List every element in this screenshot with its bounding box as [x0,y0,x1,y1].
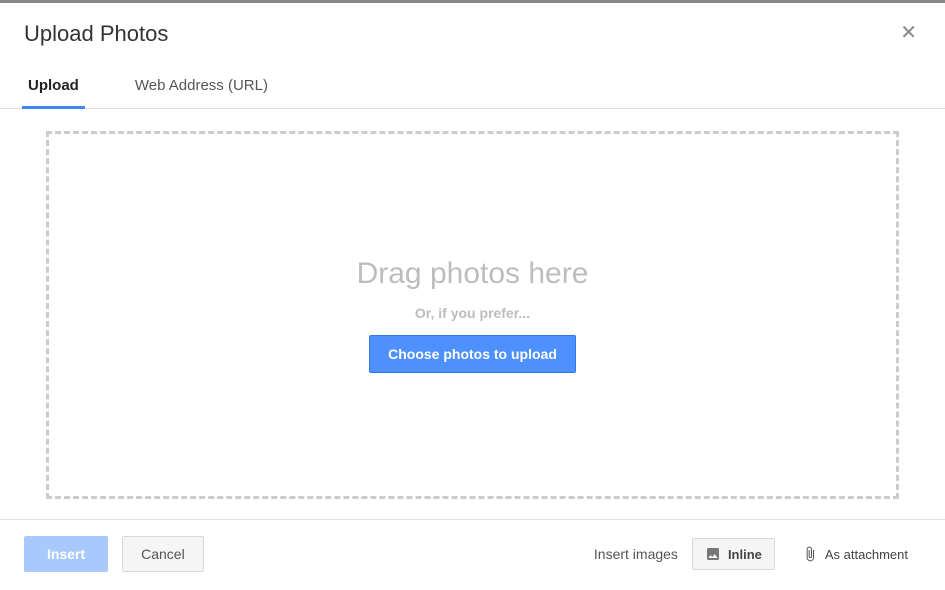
paperclip-icon [802,546,818,562]
tab-bar: Upload Web Address (URL) [0,67,945,109]
dialog-title: Upload Photos [24,21,168,47]
close-button[interactable]: ✕ [896,21,921,45]
inline-mode-button[interactable]: Inline [692,538,775,570]
insert-images-label: Insert images [594,546,678,562]
tab-upload[interactable]: Upload [24,67,83,108]
dropzone[interactable]: Drag photos here Or, if you prefer... Ch… [46,131,899,499]
image-icon [705,546,721,562]
inline-mode-label: Inline [728,547,762,562]
dialog-header: Upload Photos ✕ [0,3,945,55]
footer-left: Insert Cancel [24,536,204,572]
or-prefer-text: Or, if you prefer... [415,305,530,321]
cancel-button[interactable]: Cancel [122,536,204,572]
attachment-mode-label: As attachment [825,547,908,562]
content-area: Drag photos here Or, if you prefer... Ch… [0,109,945,519]
drag-photos-text: Drag photos here [357,257,589,291]
choose-photos-button[interactable]: Choose photos to upload [369,335,576,373]
footer-right: Insert images Inline As attachment [594,538,921,570]
insert-button[interactable]: Insert [24,536,108,572]
dialog-footer: Insert Cancel Insert images Inline As at… [0,519,945,590]
close-icon: ✕ [900,22,917,44]
tab-web-address[interactable]: Web Address (URL) [131,67,272,108]
attachment-mode-button[interactable]: As attachment [789,538,921,570]
upload-photos-dialog: Upload Photos ✕ Upload Web Address (URL)… [0,3,945,590]
